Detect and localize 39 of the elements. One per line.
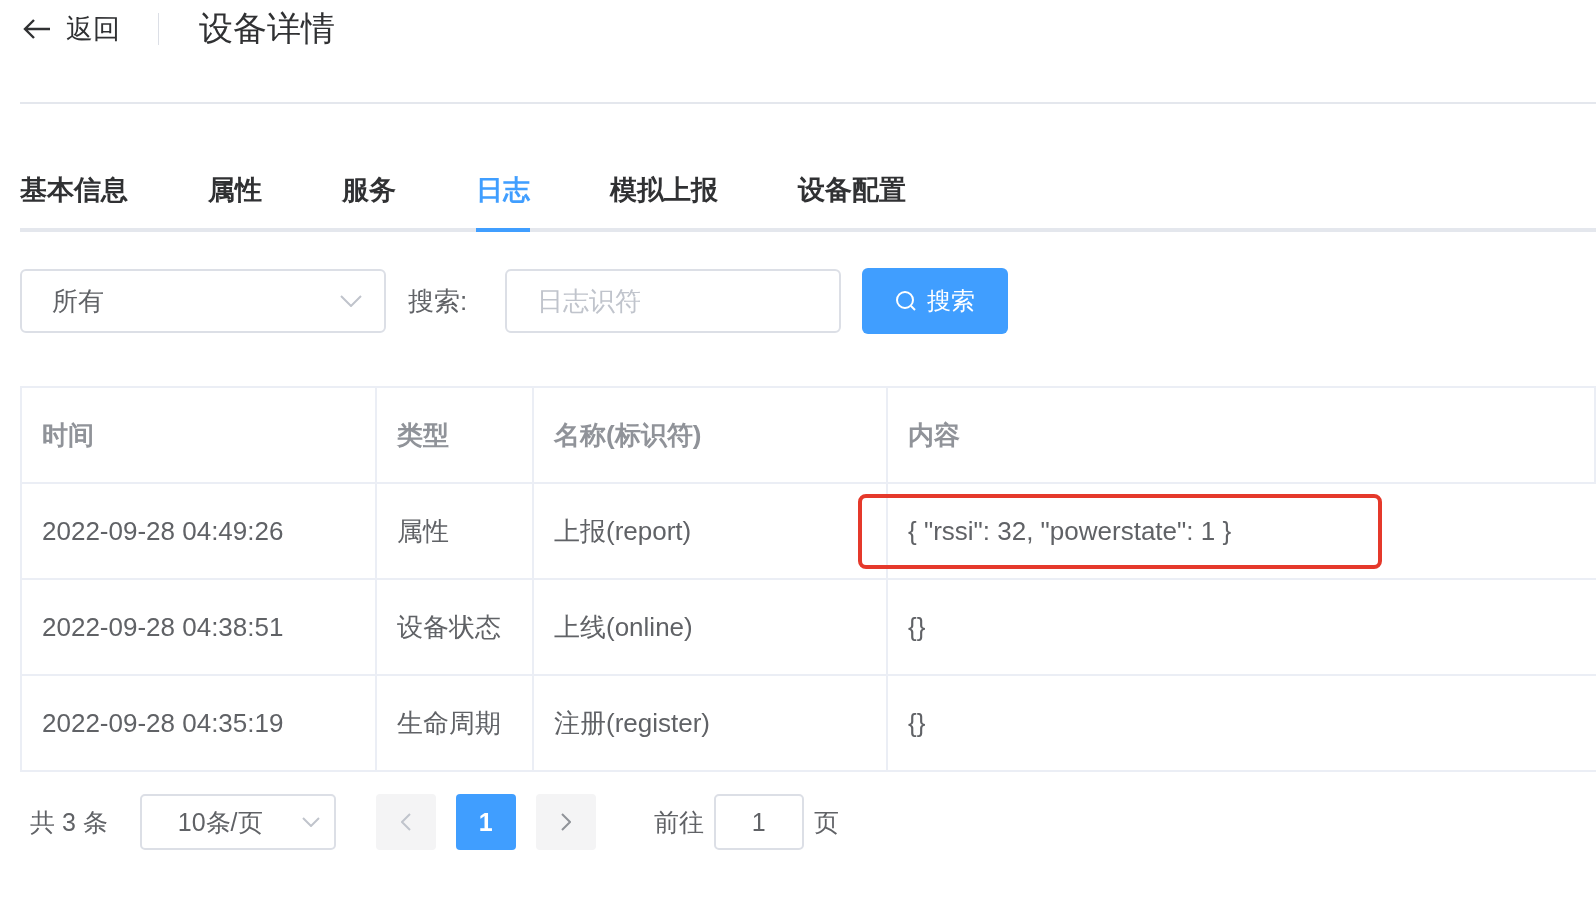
back-arrow-icon: [22, 17, 52, 41]
tab[interactable]: 属性: [208, 170, 262, 228]
page-size-select[interactable]: 10条/页: [139, 794, 336, 850]
table-cell: 注册(register): [534, 676, 888, 770]
tab[interactable]: 模拟上报: [610, 170, 718, 228]
table-cell: 2022-09-28 04:38:51: [22, 580, 377, 674]
tab[interactable]: 设备配置: [798, 170, 906, 228]
search-field[interactable]: 日志识符: [505, 269, 842, 333]
table-cell: 属性: [377, 484, 534, 578]
table-cell: 生命周期: [377, 676, 534, 770]
table-cell: 2022-09-28 04:49:26: [22, 484, 377, 578]
tab[interactable]: 服务: [342, 170, 396, 228]
table-cell: 上报(report): [534, 484, 888, 578]
table-cell: { "rssi": 32, "powerstate": 1 }: [858, 493, 1382, 569]
chevron-down-icon: [340, 295, 362, 307]
table-cell-text: {}: [907, 706, 927, 740]
column-header: 类型: [377, 388, 534, 482]
table-cell-text: {}: [907, 610, 927, 644]
next-page-button[interactable]: [535, 794, 596, 850]
chevron-left-icon: [400, 813, 411, 831]
back-link[interactable]: 返回: [22, 11, 120, 47]
page-suffix: 页: [813, 806, 839, 838]
chevron-down-icon: [301, 817, 320, 827]
type-select[interactable]: 所有: [20, 269, 386, 333]
previous-page-button[interactable]: [375, 794, 436, 850]
goto-label: 前往: [653, 806, 704, 838]
page-title: 设备详情: [199, 8, 335, 49]
column-header: 时间: [22, 388, 377, 482]
page-input[interactable]: 1: [713, 794, 804, 850]
column-header: 内容: [888, 388, 1596, 482]
total-count: 共 3 条: [30, 806, 108, 838]
table-cell: 设备状态: [377, 580, 534, 674]
table-cell: 2022-09-28 04:35:19: [22, 676, 377, 770]
table-cell: 上线(online): [534, 580, 888, 674]
search-label: 搜索:: [408, 284, 468, 318]
search-icon: [895, 290, 918, 312]
tab[interactable]: 基本信息: [20, 170, 128, 228]
column-header: 名称(标识符): [534, 388, 888, 482]
chevron-right-icon: [560, 813, 571, 831]
